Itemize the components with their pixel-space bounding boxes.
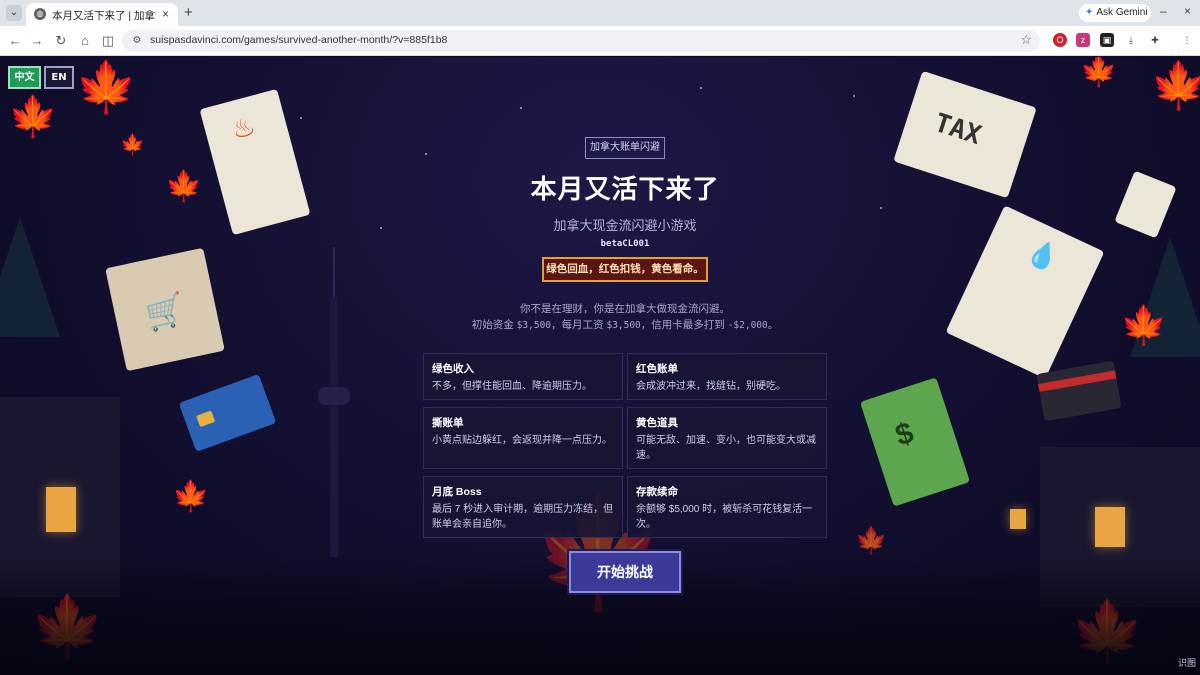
credit-card-icon [178, 374, 277, 452]
maple-leaf-icon: 🍁 [1120, 305, 1168, 347]
browser-toolbar: ← → ↻ ⌂ ◫ ⚙ suispasdavinci.com/games/sur… [0, 26, 1200, 56]
card-desc: 会成波冲过来，找缝钻，别硬吃。 [636, 381, 786, 392]
intro-line-1: 你不是在理财，你是在加拿大做现金流闪避。 [520, 303, 730, 315]
lit-window-icon [46, 487, 76, 532]
rule-card-red-bills: 红色账单 会成波冲过来，找缝钻，别硬吃。 [627, 353, 827, 400]
new-tab-icon[interactable]: + [184, 4, 193, 21]
lit-window-icon [1095, 507, 1125, 547]
small-receipt-icon [1114, 170, 1177, 239]
download-icon[interactable]: ⤓ [1124, 33, 1138, 47]
rule-card-green-income: 绿色收入 不多，但撑住能回血、降逾期压力。 [423, 353, 623, 400]
close-window-icon[interactable]: × [1184, 4, 1191, 18]
maple-leaf-icon: 🍁 [1080, 57, 1118, 88]
maple-leaf-icon: 🍁 [165, 170, 203, 203]
tax-envelope-icon: TAX [893, 70, 1037, 199]
page-subtitle: 加拿大现金流闪避小游戏 [553, 218, 697, 233]
tab-strip: ⌄ ◍ 本月又活下来了 | 加拿大现金流 × + ✦Ask Gemini – × [0, 0, 1200, 26]
tab-search-icon[interactable]: ⌄ [6, 5, 22, 21]
tab-close-icon[interactable]: × [162, 7, 169, 21]
intro-line-2: 初始资金 $3,500，每月工资 $3,500，信用卡最多打到 -$2,000。 [471, 319, 779, 331]
lang-en-button[interactable]: EN [44, 66, 74, 89]
water-bill-icon: 💧 [945, 205, 1105, 379]
card-title: 红色账单 [636, 363, 678, 375]
card-desc: 不多，但撑住能回血、降逾期压力。 [432, 381, 592, 392]
color-hint-banner: 绿色回血，红色扣钱，黄色看命。 [542, 257, 708, 282]
card-title: 绿色收入 [432, 363, 474, 375]
game-page: ♨ TAX 💧 🛒 $ 🍁 🍁 🍁 🍁 🍁 🍁 🍁 🍁 🍁 🍁 🍁 🍁 中文 E… [0, 57, 1200, 675]
maple-leaf-icon: 🍁 [855, 525, 888, 555]
corner-mark: 识图 [1177, 658, 1196, 668]
card-desc: 最后 7 秒进入审计期，逾期压力冻结，但账单会亲自追你。 [432, 504, 614, 530]
ask-gemini-button[interactable]: ✦ Ask Gemini [1079, 4, 1151, 22]
receipt-fire-icon: ♨ [199, 88, 311, 236]
cn-tower-pod [318, 387, 350, 405]
start-funds: $3,500 [516, 320, 552, 331]
address-bar[interactable]: ⚙ suispasdavinci.com/games/survived-anot… [122, 30, 1040, 52]
intro-text: 你不是在理财，你是在加拿大做现金流闪避。 初始资金 $3,500，每月工资 $3… [400, 301, 850, 334]
salary: $3,500 [606, 320, 641, 331]
maple-leaf-icon: 🍁 [120, 134, 145, 156]
tab-title: 本月又活下来了 | 加拿大现金流 [52, 10, 156, 22]
rule-card-tear-bill: 撕账单 小黄点贴边躲红，会返现并降一点压力。 [423, 407, 623, 469]
gemini-spark-icon: ✦ [1085, 7, 1094, 18]
menu-icon[interactable]: ⋮ [1180, 33, 1194, 47]
rule-card-savings-revive: 存款续命 余额够 $5,000 时，被斩杀可花钱复活一次。 [627, 476, 827, 538]
rule-card-month-end-boss: 月底 Boss 最后 7 秒进入审计期，逾期压力冻结，但账单会亲自追你。 [423, 476, 623, 538]
extension-icon-dark[interactable]: ▣ [1100, 33, 1114, 47]
card-title: 存款续命 [636, 486, 678, 498]
bookmark-star-icon[interactable]: ☆ [1020, 32, 1032, 48]
card-desc: 余额够 $5,000 时，被斩杀可花钱复活一次。 [636, 504, 813, 530]
maple-leaf-icon: 🍁 [75, 59, 138, 115]
cn-tower-icon [330, 297, 338, 557]
maple-leaf-icon: 🍁 [8, 95, 58, 139]
game-badge: 加拿大账单闪避 [585, 137, 665, 159]
site-info-icon[interactable]: ⚙ [130, 34, 144, 48]
forward-icon[interactable]: → [28, 32, 46, 50]
globe-icon: ◍ [34, 8, 46, 20]
lit-window-icon [1010, 509, 1026, 529]
maple-leaf-icon: 🍁 [172, 480, 210, 513]
card-desc: 小黄点贴边躲红，会返现并降一点压力。 [432, 435, 612, 446]
minimize-icon[interactable]: – [1160, 4, 1167, 18]
url-text[interactable]: suispasdavinci.com/games/survived-anothe… [150, 34, 447, 46]
credit-limit: -$2,000 [727, 320, 768, 331]
home-icon[interactable]: ⌂ [76, 32, 94, 50]
split-view-icon[interactable]: ◫ [99, 32, 117, 50]
browser-tab-active[interactable]: ◍ 本月又活下来了 | 加拿大现金流 × [26, 3, 178, 26]
start-challenge-button[interactable]: 开始挑战 [569, 551, 681, 593]
opera-extension-icon[interactable]: O [1053, 33, 1067, 47]
card-title: 月底 Boss [432, 486, 482, 498]
rule-card-yellow-items: 黄色道具 可能无敌、加速、变小，也可能变大或减速。 [627, 407, 827, 469]
card-title: 黄色道具 [636, 417, 678, 429]
grocery-bag-icon: 🛒 [105, 247, 225, 372]
card-title: 撕账单 [432, 417, 464, 429]
version-label: betaCL001 [600, 239, 650, 249]
maple-leaf-icon: 🍁 [1150, 59, 1200, 111]
ask-gemini-label: Ask Gemini [1096, 7, 1148, 18]
reload-icon[interactable]: ↻ [52, 32, 70, 50]
extensions-puzzle-icon[interactable]: ✚ [1148, 33, 1162, 47]
page-title: 本月又活下来了 [530, 174, 720, 204]
pine-tree-icon [0, 217, 60, 337]
card-desc: 可能无敌、加速、变小，也可能变大或减速。 [636, 435, 816, 461]
lang-zh-button[interactable]: 中文 [8, 66, 41, 89]
back-icon[interactable]: ← [6, 32, 24, 50]
extension-icon[interactable]: z [1076, 33, 1090, 47]
money-bill-icon: $ [859, 377, 971, 507]
